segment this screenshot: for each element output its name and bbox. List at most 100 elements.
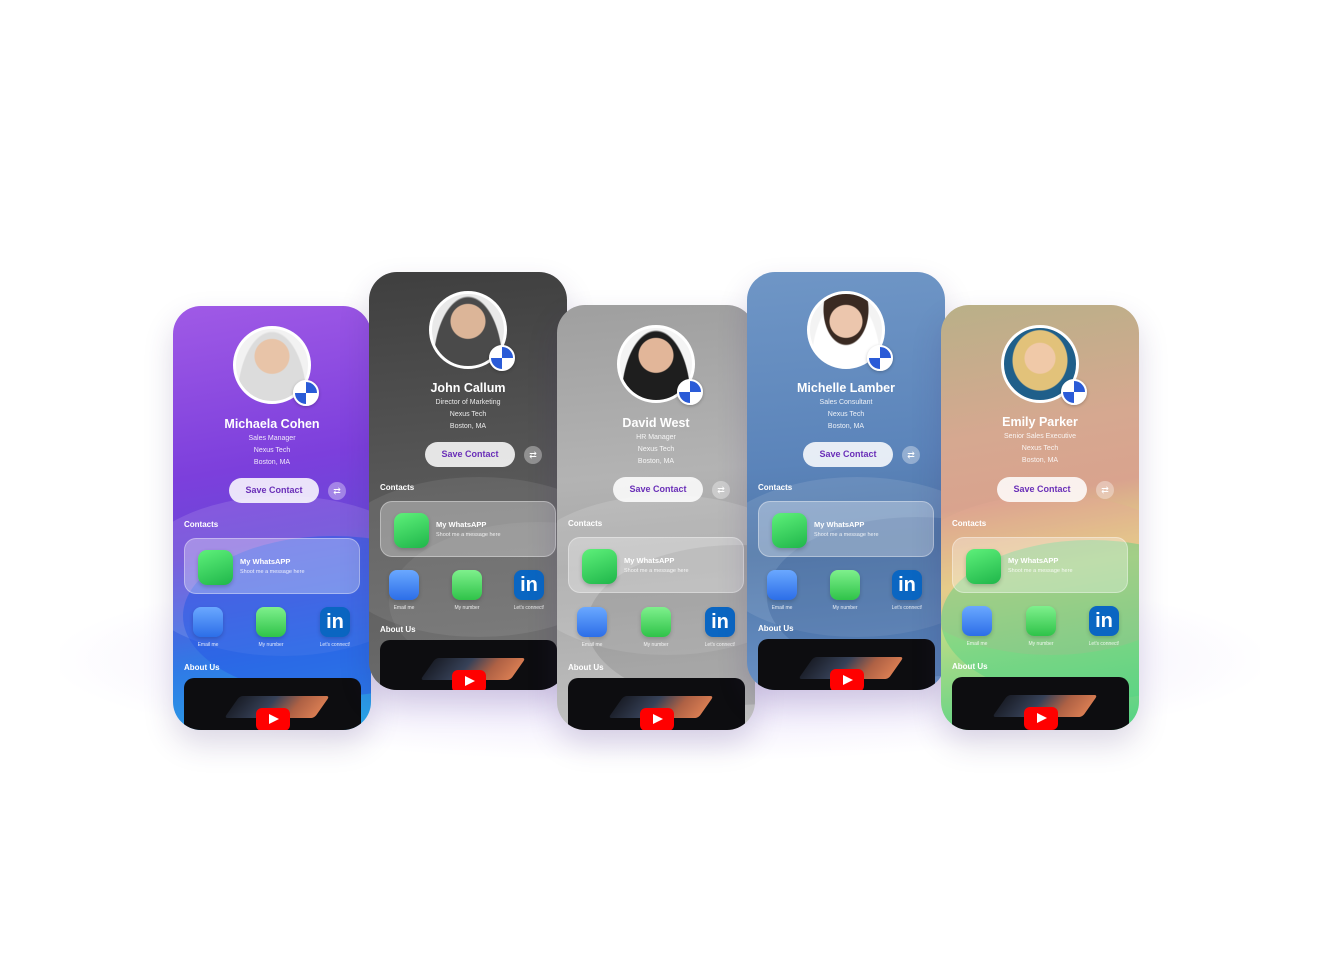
profile-name: Michaela Cohen (224, 417, 320, 431)
linkedin-label: Let's connect! (704, 642, 736, 648)
email-label: Email me (393, 605, 415, 611)
linkedin-icon[interactable]: in (892, 570, 922, 600)
whatsapp-link[interactable]: My WhatsAPP Shoot me a message here (952, 537, 1128, 593)
number-label: My number (454, 605, 480, 611)
save-contact-button[interactable]: Save Contact (425, 442, 515, 467)
youtube-play-icon[interactable] (256, 708, 290, 730)
profile-location: Boston, MA (827, 423, 865, 430)
contacts-heading: Contacts (380, 483, 415, 492)
youtube-video-thumbnail[interactable] (568, 678, 745, 730)
avatar[interactable] (807, 291, 893, 371)
message-icon[interactable] (256, 607, 286, 637)
profile-location: Boston, MA (637, 458, 675, 465)
profile-card-emily: Emily Parker Senior Sales Executive Nexu… (941, 305, 1139, 730)
linkedin-icon[interactable]: in (320, 607, 350, 637)
profile-role: Senior Sales Executive (1004, 433, 1076, 440)
number-label: My number (643, 642, 669, 648)
message-icon[interactable] (641, 607, 671, 637)
profile-card-michelle: Michelle Lamber Sales Consultant Nexus T… (747, 272, 945, 690)
whatsapp-title: My WhatsAPP (814, 520, 865, 529)
linkedin-label: Let's connect! (1088, 641, 1120, 647)
email-label: Email me (581, 642, 603, 648)
youtube-video-thumbnail[interactable] (758, 639, 935, 690)
number-label: My number (1028, 641, 1054, 647)
whatsapp-link[interactable]: My WhatsAPP Shoot me a message here (184, 538, 360, 594)
linkedin-icon[interactable]: in (1089, 606, 1119, 636)
youtube-play-icon[interactable] (640, 708, 674, 730)
email-icon[interactable] (767, 570, 797, 600)
profile-name: Michelle Lamber (797, 381, 895, 395)
about-us-heading: About Us (568, 663, 604, 672)
whatsapp-title: My WhatsAPP (240, 557, 291, 566)
youtube-video-thumbnail[interactable] (380, 640, 557, 690)
share-icon[interactable]: ⇄ (524, 446, 542, 464)
profile-location: Boston, MA (1021, 457, 1059, 464)
profile-company: Nexus Tech (1021, 445, 1059, 452)
profile-card-michaela: Michaela Cohen Sales Manager Nexus Tech … (173, 306, 371, 730)
profile-card-david: David West HR Manager Nexus Tech Boston,… (557, 305, 755, 730)
number-label: My number (258, 642, 284, 648)
whatsapp-subtitle: Shoot me a message here (814, 532, 879, 538)
save-contact-button[interactable]: Save Contact (613, 477, 703, 502)
message-icon[interactable] (830, 570, 860, 600)
email-icon[interactable] (577, 607, 607, 637)
message-icon[interactable] (452, 570, 482, 600)
whatsapp-title: My WhatsAPP (1008, 556, 1059, 565)
about-us-heading: About Us (380, 625, 416, 634)
linkedin-icon[interactable]: in (514, 570, 544, 600)
profile-role: Sales Consultant (819, 399, 873, 406)
avatar[interactable] (1001, 325, 1087, 405)
linkedin-label: Let's connect! (891, 605, 923, 611)
save-contact-button[interactable]: Save Contact (997, 477, 1087, 502)
linkedin-icon[interactable]: in (705, 607, 735, 637)
contacts-heading: Contacts (952, 519, 987, 528)
about-us-heading: About Us (758, 624, 794, 633)
youtube-play-icon[interactable] (452, 670, 486, 690)
email-icon[interactable] (962, 606, 992, 636)
share-icon[interactable]: ⇄ (1096, 481, 1114, 499)
youtube-video-thumbnail[interactable] (184, 678, 361, 730)
message-icon[interactable] (1026, 606, 1056, 636)
profile-card-john: John Callum Director of Marketing Nexus … (369, 272, 567, 690)
verified-badge-icon (489, 345, 515, 371)
youtube-video-thumbnail[interactable] (952, 677, 1129, 730)
youtube-play-icon[interactable] (1024, 707, 1058, 730)
profile-role: Sales Manager (248, 435, 296, 442)
linkedin-label: Let's connect! (319, 642, 351, 648)
share-icon[interactable]: ⇄ (328, 482, 346, 500)
profile-company: Nexus Tech (827, 411, 865, 418)
about-us-heading: About Us (184, 663, 220, 672)
whatsapp-icon (772, 513, 807, 548)
email-icon[interactable] (193, 607, 223, 637)
contacts-heading: Contacts (184, 520, 219, 529)
avatar[interactable] (429, 291, 515, 371)
save-contact-button[interactable]: Save Contact (229, 478, 319, 503)
profile-location: Boston, MA (253, 459, 291, 466)
email-label: Email me (197, 642, 219, 648)
footer-caption: Tap to connect (589, 900, 730, 920)
whatsapp-subtitle: Shoot me a message here (240, 569, 305, 575)
profile-role: Director of Marketing (435, 399, 501, 406)
contacts-heading: Contacts (568, 519, 603, 528)
profile-company: Nexus Tech (253, 447, 291, 454)
profile-company: Nexus Tech (449, 411, 487, 418)
whatsapp-subtitle: Shoot me a message here (436, 532, 501, 538)
verified-badge-icon (677, 379, 703, 405)
verified-badge-icon (867, 345, 893, 371)
whatsapp-link[interactable]: My WhatsAPP Shoot me a message here (758, 501, 934, 557)
avatar[interactable] (233, 326, 319, 406)
share-icon[interactable]: ⇄ (712, 481, 730, 499)
verified-badge-icon (1061, 379, 1087, 405)
email-label: Email me (966, 641, 988, 647)
save-contact-button[interactable]: Save Contact (803, 442, 893, 467)
avatar[interactable] (617, 325, 703, 405)
share-icon[interactable]: ⇄ (902, 446, 920, 464)
profile-name: John Callum (430, 381, 506, 395)
youtube-play-icon[interactable] (830, 669, 864, 690)
whatsapp-link[interactable]: My WhatsAPP Shoot me a message here (568, 537, 744, 593)
whatsapp-icon (198, 550, 233, 585)
email-icon[interactable] (389, 570, 419, 600)
whatsapp-link[interactable]: My WhatsAPP Shoot me a message here (380, 501, 556, 557)
about-us-heading: About Us (952, 662, 988, 671)
profile-name: David West (622, 416, 690, 430)
